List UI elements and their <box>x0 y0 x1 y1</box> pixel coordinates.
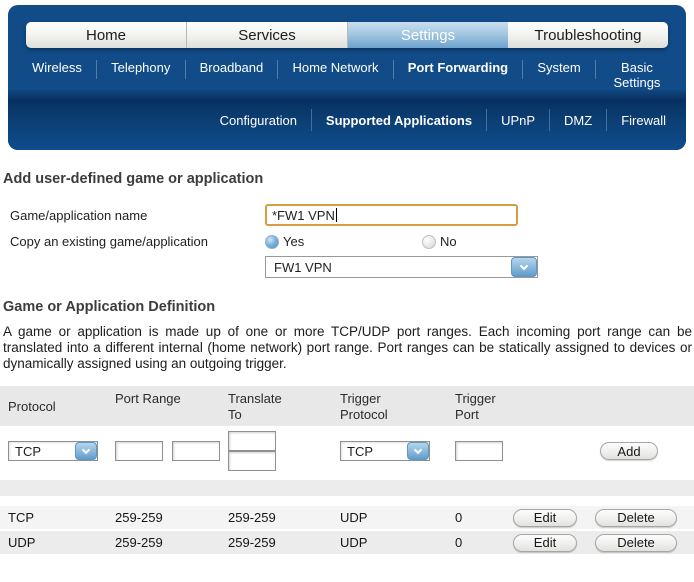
row-port-range: 259-259 <box>107 535 220 550</box>
col-header-trigger-port: Trigger Port <box>447 391 504 423</box>
chevron-down-icon <box>82 445 90 453</box>
separator <box>311 109 312 131</box>
copy-existing-label: Copy an existing game/application <box>10 234 265 249</box>
tab-troubleshooting[interactable]: Troubleshooting <box>508 22 668 48</box>
col-header-protocol: Protocol <box>0 399 76 415</box>
game-name-label: Game/application name <box>10 208 265 223</box>
port-range-to-input[interactable] <box>172 441 220 461</box>
menu-item-system[interactable]: System <box>535 60 582 75</box>
header-divider <box>8 90 686 100</box>
existing-application-select[interactable]: FW1 VPN <box>265 256 538 278</box>
port-range-from-input[interactable] <box>115 441 163 461</box>
submenu-item-supported-applications[interactable]: Supported Applications <box>326 113 472 128</box>
submenu-item-upnp[interactable]: UPnP <box>501 113 535 128</box>
dropdown-button[interactable] <box>75 442 97 460</box>
game-name-input[interactable]: *FW1 VPN <box>265 204 518 226</box>
protocol-select-value: TCP <box>9 444 75 459</box>
existing-application-value: FW1 VPN <box>266 260 511 275</box>
settings-menu: Wireless Telephony Broadband Home Networ… <box>8 48 686 90</box>
separator <box>277 60 278 79</box>
port-forwarding-submenu: Configuration Supported Applications UPn… <box>8 100 686 131</box>
row-trigger-port: 0 <box>447 510 504 525</box>
game-name-row: Game/application name *FW1 VPN <box>10 204 694 226</box>
copy-source-row: FW1 VPN <box>10 256 694 278</box>
translate-from-input[interactable] <box>228 431 276 451</box>
dropdown-button[interactable] <box>407 442 429 460</box>
row-protocol: UDP <box>0 535 107 550</box>
definition-description: A game or application is made up of one … <box>3 324 692 372</box>
copy-yes-label: Yes <box>283 234 304 249</box>
port-ranges-table: Protocol Port Range Translate To Trigger… <box>0 386 694 554</box>
edit-button[interactable]: Edit <box>513 534 577 552</box>
protocol-select[interactable]: TCP <box>8 441 98 461</box>
add-section-title: Add user-defined game or application <box>3 171 694 187</box>
row-trigger-protocol: UDP <box>332 510 447 525</box>
copy-yes-option[interactable]: Yes <box>265 234 422 249</box>
tab-home[interactable]: Home <box>26 22 187 48</box>
menu-item-wireless[interactable]: Wireless <box>30 60 84 75</box>
separator <box>595 60 596 79</box>
main-content: Add user-defined game or application Gam… <box>0 171 694 582</box>
copy-no-option[interactable]: No <box>422 234 457 249</box>
chevron-down-icon <box>520 261 528 269</box>
definition-section-title: Game or Application Definition <box>3 299 694 315</box>
tab-services[interactable]: Services <box>187 22 348 48</box>
row-protocol: TCP <box>0 510 107 525</box>
translate-to-input[interactable] <box>228 451 276 471</box>
menu-item-port-forwarding[interactable]: Port Forwarding <box>406 60 510 75</box>
table-spacer-band <box>0 480 694 496</box>
trigger-protocol-select[interactable]: TCP <box>340 441 430 461</box>
col-header-translate-to: Translate To <box>220 391 296 423</box>
col-header-trigger-protocol: Trigger Protocol <box>332 391 408 423</box>
row-trigger-port: 0 <box>447 535 504 550</box>
menu-item-telephony[interactable]: Telephony <box>109 60 172 75</box>
dropdown-button[interactable] <box>511 257 537 277</box>
menu-item-home-network[interactable]: Home Network <box>291 60 381 75</box>
separator <box>393 60 394 79</box>
new-port-range-row: TCP TCP Add <box>0 426 694 477</box>
col-header-actions <box>504 391 580 423</box>
separator <box>486 109 487 131</box>
chevron-down-icon <box>414 445 422 453</box>
row-port-range: 259-259 <box>107 510 220 525</box>
table-row: UDP 259-259 259-259 UDP 0 Edit Delete <box>0 531 694 554</box>
radio-unselected-icon[interactable] <box>422 235 436 249</box>
separator <box>549 109 550 131</box>
submenu-item-configuration[interactable]: Configuration <box>220 113 297 128</box>
copy-existing-row: Copy an existing game/application Yes No <box>10 234 694 249</box>
row-trigger-protocol: UDP <box>332 535 447 550</box>
header: Home Services Settings Troubleshooting W… <box>8 5 686 150</box>
row-translate-to: 259-259 <box>220 535 332 550</box>
separator <box>185 60 186 79</box>
separator <box>96 60 97 79</box>
trigger-port-input[interactable] <box>455 441 503 461</box>
main-tab-bar: Home Services Settings Troubleshooting <box>26 22 668 48</box>
radio-selected-icon[interactable] <box>265 235 279 249</box>
trigger-protocol-select-value: TCP <box>341 444 407 459</box>
edit-button[interactable]: Edit <box>513 509 577 527</box>
separator <box>522 60 523 79</box>
add-button[interactable]: Add <box>600 442 658 460</box>
tab-settings[interactable]: Settings <box>348 22 508 48</box>
submenu-item-dmz[interactable]: DMZ <box>564 113 592 128</box>
menu-item-basic-settings[interactable]: Basic Settings <box>608 60 666 90</box>
delete-button[interactable]: Delete <box>595 534 677 552</box>
menu-item-broadband[interactable]: Broadband <box>198 60 266 75</box>
delete-button[interactable]: Delete <box>595 509 677 527</box>
sub-nav-band: Configuration Supported Applications UPn… <box>8 100 686 150</box>
text-cursor <box>336 208 337 222</box>
table-row: TCP 259-259 259-259 UDP 0 Edit Delete <box>0 506 694 529</box>
submenu-item-firewall[interactable]: Firewall <box>621 113 666 128</box>
separator <box>606 109 607 131</box>
row-translate-to: 259-259 <box>220 510 332 525</box>
col-header-port-range: Port Range <box>107 391 183 423</box>
copy-no-label: No <box>440 234 457 249</box>
table-header-row: Protocol Port Range Translate To Trigger… <box>0 386 694 426</box>
game-name-value: *FW1 VPN <box>272 208 335 223</box>
